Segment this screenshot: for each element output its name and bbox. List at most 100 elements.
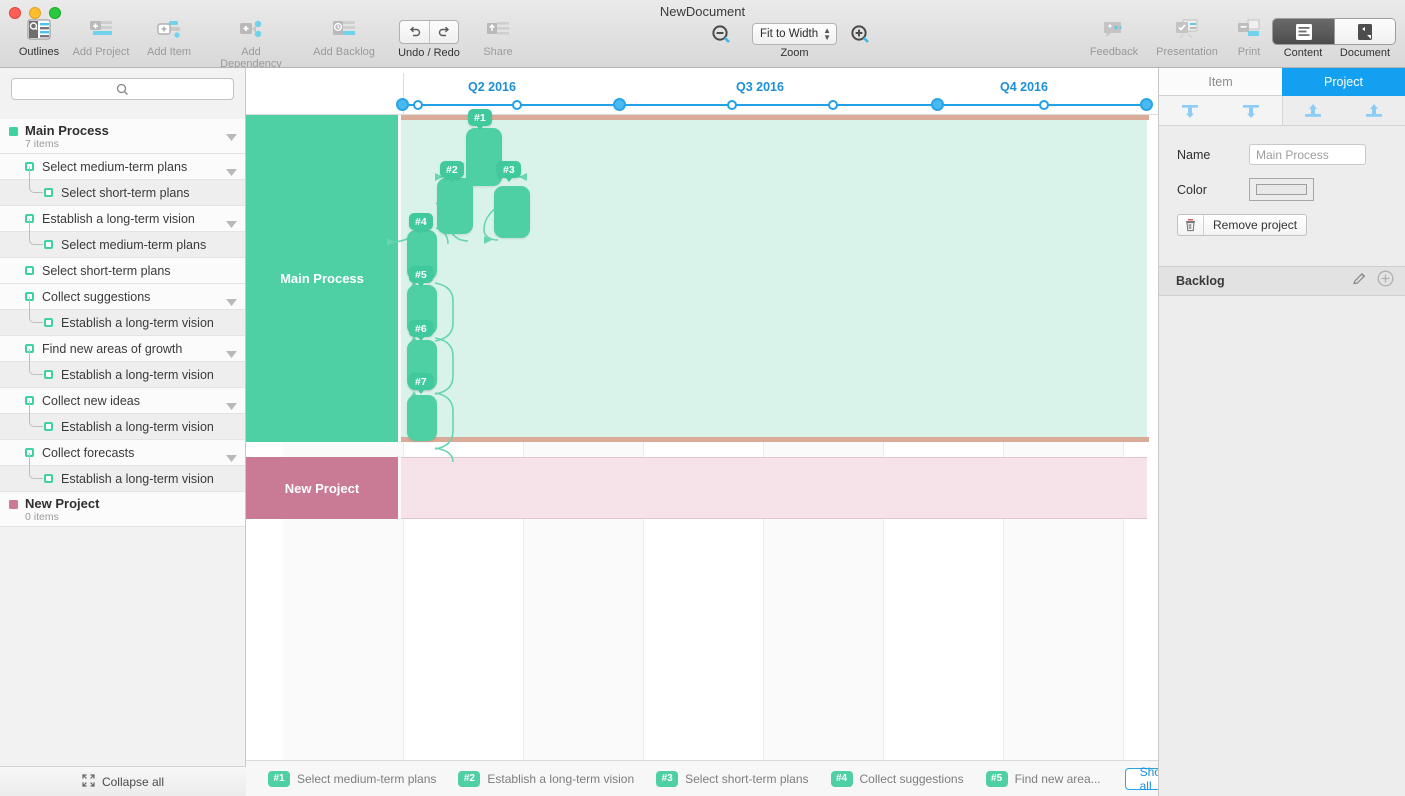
outline-project-main-process[interactable]: Main Process 7 items [0, 119, 245, 154]
tab-project[interactable]: Project [1282, 68, 1405, 96]
gantt-row-header-main-process[interactable]: Main Process [246, 115, 398, 442]
tree-connector [29, 167, 43, 193]
view-mode-segment[interactable] [1272, 18, 1396, 45]
tree-connector [29, 297, 43, 323]
align-middle-down-icon[interactable] [1220, 96, 1282, 125]
remove-project-button[interactable]: Remove project [1177, 214, 1308, 236]
chevron-down-icon[interactable] [226, 163, 237, 181]
chevron-updown-icon[interactable]: ▲ ▼ [823, 27, 831, 42]
gantt-node-tag[interactable]: #3 [497, 161, 521, 182]
backlog-chip[interactable]: #1 Select medium-term plans [268, 770, 436, 787]
chevron-down-icon[interactable] [226, 128, 237, 146]
project-name: New Project [25, 496, 100, 511]
toolbar-button-add-item[interactable]: Add Item [130, 18, 208, 58]
toolbar-button-feedback[interactable]: Feedback [1075, 18, 1153, 58]
timeline-marker[interactable] [396, 98, 409, 111]
gantt-node-tag[interactable]: #6 [409, 320, 433, 341]
timeline-marker[interactable] [1140, 98, 1153, 111]
project-text: New Project 0 items [25, 496, 99, 524]
color-picker[interactable] [1249, 178, 1314, 201]
outline-item[interactable]: Establish a long-term vision [0, 349, 245, 388]
backlog-number: #3 [656, 770, 679, 787]
trash-icon [1178, 215, 1204, 235]
outline-item[interactable]: Establish a long-term vision [0, 401, 245, 440]
outline-item-label: Find new areas of growth [42, 341, 183, 356]
toolbar-button-add-dependency[interactable]: Add Dependency [212, 18, 290, 70]
backlog-chip[interactable]: #2 Establish a long-term vision [458, 770, 634, 787]
backlog-chip[interactable]: #3 Select short-term plans [656, 770, 809, 787]
collapse-all-label: Collapse all [101, 774, 165, 789]
align-middle-up-icon[interactable] [1343, 96, 1405, 125]
chevron-down-icon[interactable] [226, 449, 237, 467]
name-label: Name [1177, 147, 1211, 162]
redo-button[interactable] [429, 21, 458, 43]
backlog-chip[interactable]: #5 Find new area... [985, 770, 1101, 787]
backlog-number: #5 [985, 770, 1008, 787]
outline-project-new-project[interactable]: New Project 0 items [0, 492, 245, 527]
timeline-marker[interactable] [828, 100, 838, 110]
toolbar-button-add-backlog[interactable]: Add Backlog [305, 18, 383, 58]
gantt-node-tag[interactable]: #2 [440, 161, 464, 182]
chevron-down-icon[interactable] [226, 345, 237, 363]
gantt-row-header-new-project[interactable]: New Project [246, 457, 398, 519]
chevron-down-icon[interactable] [226, 215, 237, 233]
timeline-marker[interactable] [413, 100, 423, 110]
zoom-select[interactable]: Fit to Width ▲ ▼ [752, 23, 837, 45]
document-title: NewDocument [659, 4, 746, 19]
inspector-backlog-body[interactable] [1159, 297, 1405, 796]
outline-item-label: Collect suggestions [42, 289, 151, 304]
gantt-node-tag[interactable]: #4 [409, 213, 433, 234]
plus-circle-icon[interactable] [1377, 270, 1394, 292]
toolbar-button-add-project[interactable]: Add Project [62, 18, 140, 58]
backlog-chip[interactable]: #4 Collect suggestions [830, 770, 964, 787]
app-window: NewDocument Outlines Add Project Add Ite… [0, 0, 1405, 796]
outline-item[interactable]: Select short-term plans [0, 167, 245, 206]
align-top-icon[interactable] [1159, 96, 1221, 125]
backlog-section-title: Backlog [1176, 274, 1225, 288]
timeline-marker[interactable] [1039, 100, 1049, 110]
search-icon [116, 83, 128, 95]
view-mode-content-button[interactable] [1273, 19, 1334, 44]
outline-item-label: Establish a long-term vision [61, 367, 214, 382]
gantt-node-tag[interactable]: #7 [409, 373, 433, 394]
zoom-out-icon[interactable] [710, 23, 734, 52]
collapse-all-button[interactable]: Collapse all [0, 766, 246, 796]
tree-connector [29, 401, 43, 427]
toolbar-button-share[interactable]: Share [459, 18, 537, 58]
gantt-canvas[interactable]: Q2 2016 Q3 2016 Q4 2016 Main Process New… [246, 68, 1158, 796]
pencil-icon[interactable] [1352, 271, 1367, 291]
backlog-number: #2 [458, 770, 481, 787]
undo-button[interactable] [400, 21, 429, 43]
lane-band-new-project [401, 457, 1147, 519]
undo-redo-segment[interactable] [399, 20, 459, 44]
backlog-label: Collect suggestions [859, 771, 964, 786]
timeline-marker[interactable] [613, 98, 626, 111]
timeline-marker[interactable] [512, 100, 522, 110]
view-mode-document-button[interactable] [1334, 19, 1395, 44]
outline-item[interactable]: Select medium-term plans [0, 219, 245, 258]
zoom-in-icon[interactable] [849, 23, 873, 52]
inspector-backlog-header: Backlog [1159, 266, 1405, 296]
gantt-node-tag[interactable]: #5 [409, 266, 433, 287]
chevron-down-icon[interactable] [226, 397, 237, 415]
gantt-node[interactable] [407, 395, 437, 441]
gantt-node[interactable] [466, 128, 502, 186]
align-bottom-icon[interactable] [1282, 96, 1344, 125]
timeline-marker[interactable] [931, 98, 944, 111]
outline-item-label: Select medium-term plans [61, 237, 207, 252]
outline-list[interactable]: Main Process 7 items Select medium-term … [0, 119, 245, 766]
search-input[interactable] [11, 78, 234, 100]
chevron-down-icon[interactable] [226, 293, 237, 311]
outline-item-label: Establish a long-term vision [61, 471, 214, 486]
project-name-input[interactable]: Main Process [1249, 144, 1366, 165]
add-item-icon [130, 18, 208, 44]
timeline-marker[interactable] [727, 100, 737, 110]
gantt-node[interactable] [437, 178, 473, 234]
outline-item[interactable]: Establish a long-term vision [0, 297, 245, 336]
timeline-ruler[interactable]: Q2 2016 Q3 2016 Q4 2016 [246, 68, 1158, 115]
outline-item[interactable]: Select short-term plans [0, 258, 245, 284]
tab-item[interactable]: Item [1159, 68, 1282, 96]
gantt-node-tag[interactable]: #1 [468, 109, 492, 130]
gantt-node[interactable] [494, 186, 530, 238]
outline-item[interactable]: Establish a long-term vision [0, 453, 245, 492]
